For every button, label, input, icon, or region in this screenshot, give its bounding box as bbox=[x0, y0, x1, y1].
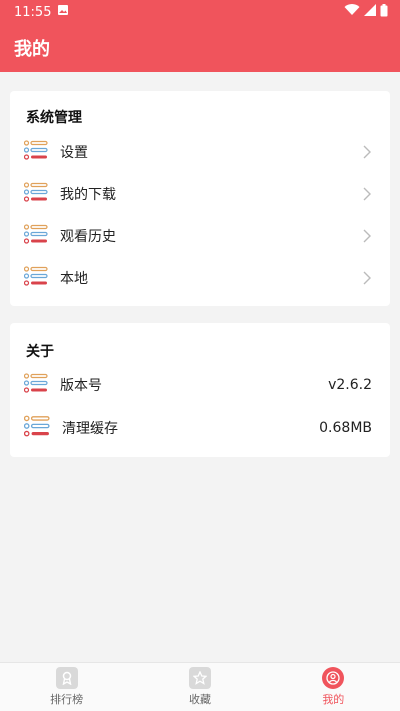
watch-history-label: 观看历史 bbox=[60, 229, 116, 245]
tab-favorites[interactable]: 收藏 bbox=[133, 663, 266, 711]
version-value: v2.6.2 bbox=[328, 377, 372, 393]
page-title: 我的 bbox=[14, 39, 50, 60]
status-time: 11:55 bbox=[14, 4, 52, 20]
list-icon bbox=[23, 224, 48, 248]
system-section-title: 系统管理 bbox=[26, 110, 82, 126]
tab-mine[interactable]: 我的 bbox=[267, 663, 400, 711]
tab-ranking-label: 排行榜 bbox=[50, 693, 84, 706]
cell-signal-icon bbox=[364, 4, 376, 20]
list-icon bbox=[23, 266, 48, 290]
chevron-right-icon bbox=[363, 229, 371, 243]
my-downloads-row[interactable]: 我的下载 bbox=[10, 174, 390, 214]
version-label: 版本号 bbox=[60, 378, 102, 394]
settings-row[interactable]: 设置 bbox=[10, 132, 390, 172]
my-downloads-label: 我的下载 bbox=[60, 187, 116, 203]
version-row: 版本号 v2.6.2 bbox=[10, 365, 390, 405]
app-bar: 我的 bbox=[0, 24, 400, 72]
local-row[interactable]: 本地 bbox=[10, 258, 390, 298]
about-section-card: 关于 版本号 v2.6.2 清理缓存 0.68MB bbox=[10, 323, 390, 457]
local-label: 本地 bbox=[60, 271, 88, 287]
battery-icon bbox=[380, 3, 388, 21]
list-icon bbox=[23, 140, 48, 164]
user-icon bbox=[322, 667, 345, 689]
clear-cache-label: 清理缓存 bbox=[62, 421, 118, 437]
image-notification-icon bbox=[57, 4, 69, 20]
settings-label: 设置 bbox=[60, 145, 88, 161]
chevron-right-icon bbox=[363, 271, 371, 285]
list-icon bbox=[23, 415, 50, 441]
list-icon bbox=[23, 182, 48, 206]
chevron-right-icon bbox=[363, 145, 371, 159]
tab-mine-label: 我的 bbox=[322, 693, 345, 706]
clear-cache-row[interactable]: 清理缓存 0.68MB bbox=[10, 408, 390, 448]
tab-ranking[interactable]: 排行榜 bbox=[0, 663, 133, 711]
star-icon bbox=[188, 667, 211, 689]
status-bar: 11:55 bbox=[0, 0, 400, 24]
chevron-right-icon bbox=[363, 187, 371, 201]
bottom-tab-bar: 排行榜 收藏 我的 bbox=[0, 662, 400, 711]
wifi-icon bbox=[344, 4, 360, 20]
list-icon bbox=[23, 373, 48, 397]
system-section-card: 系统管理 设置 我的下载 观看历史 本地 bbox=[10, 91, 390, 306]
cache-size-value: 0.68MB bbox=[319, 420, 372, 436]
about-section-title: 关于 bbox=[26, 344, 54, 360]
tab-favorites-label: 收藏 bbox=[188, 693, 211, 706]
ranking-icon bbox=[55, 667, 78, 689]
watch-history-row[interactable]: 观看历史 bbox=[10, 216, 390, 256]
